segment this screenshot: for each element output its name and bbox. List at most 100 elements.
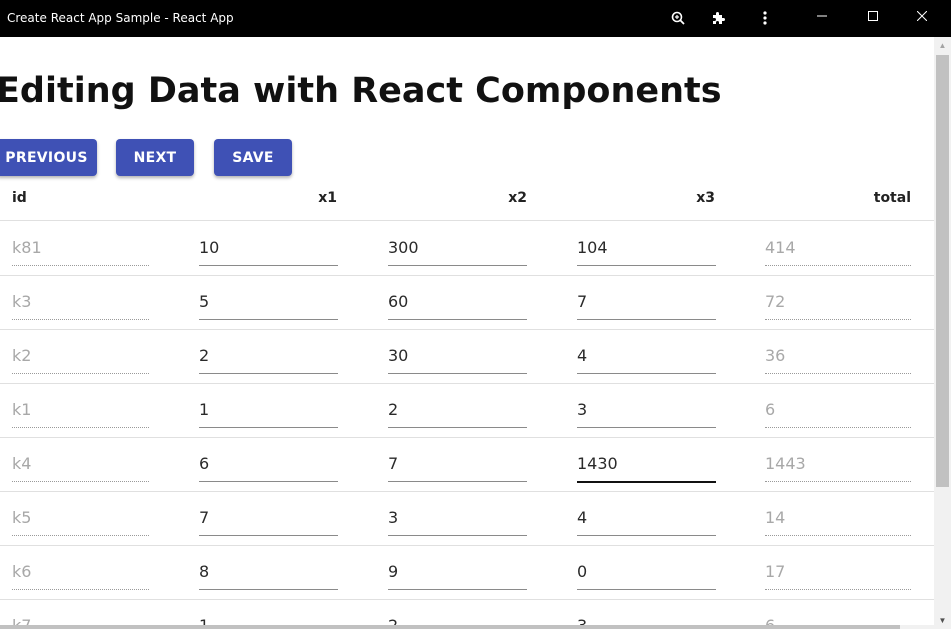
column-header-id[interactable]: id — [12, 190, 27, 206]
cell-value: 2 — [199, 346, 210, 365]
scroll-down-icon[interactable]: ▼ — [934, 612, 951, 629]
cell-id: k81 — [12, 233, 149, 266]
cell-value: 17 — [765, 562, 786, 581]
cell-value: 9 — [388, 562, 399, 581]
column-header-x2[interactable]: x2 — [508, 190, 527, 206]
vertical-scrollbar[interactable]: ▲ ▼ — [934, 37, 951, 629]
table-row: k3 5 60 7 72 — [0, 275, 934, 330]
save-button[interactable]: SAVE — [214, 139, 292, 176]
cell-value: 7 — [577, 292, 588, 311]
cell-id: k1 — [12, 395, 149, 428]
table-row: k6 8 9 0 17 — [0, 545, 934, 600]
cell-value: 1443 — [765, 454, 806, 473]
table-row: k4 6 7 1430 1443 — [0, 437, 934, 492]
table-row: k5 7 3 4 14 — [0, 491, 934, 546]
cell-input-x1[interactable]: 1 — [199, 395, 338, 428]
cell-value: 414 — [765, 238, 796, 257]
cell-total: 17 — [765, 557, 911, 590]
cell-value: 10 — [199, 238, 220, 257]
cell-value: 7 — [199, 508, 210, 527]
cell-id: k6 — [12, 557, 149, 590]
cell-value: k2 — [12, 346, 32, 365]
cell-input-x3[interactable]: 104 — [577, 233, 716, 266]
table-row: k81 10 300 104 414 — [0, 221, 934, 276]
window-titlebar: Create React App Sample - React App — [0, 0, 951, 37]
cell-value: 36 — [765, 346, 786, 365]
previous-button[interactable]: PREVIOUS — [0, 139, 97, 176]
zoom-icon[interactable] — [667, 7, 689, 29]
cell-value: 4 — [577, 346, 588, 365]
menu-icon[interactable] — [754, 7, 776, 29]
cell-value: 300 — [388, 238, 419, 257]
cell-input-x1[interactable]: 7 — [199, 503, 338, 536]
horizontal-scrollbar[interactable] — [0, 625, 934, 629]
cell-id: k5 — [12, 503, 149, 536]
cell-total: 414 — [765, 233, 911, 266]
cell-input-x3[interactable]: 4 — [577, 503, 716, 536]
cell-input-x3[interactable]: 3 — [577, 395, 716, 428]
cell-value: 6 — [199, 454, 210, 473]
cell-input-x2[interactable]: 3 — [388, 503, 527, 536]
cell-value: 104 — [577, 238, 608, 257]
cell-value: 0 — [577, 562, 588, 581]
cell-value: k3 — [12, 292, 32, 311]
column-header-total[interactable]: total — [874, 190, 911, 206]
column-header-x3[interactable]: x3 — [696, 190, 715, 206]
cell-value: 72 — [765, 292, 786, 311]
table-row: k1 1 2 3 6 — [0, 383, 934, 438]
cell-id: k2 — [12, 341, 149, 374]
minimize-icon[interactable] — [799, 0, 845, 32]
extensions-icon[interactable] — [707, 7, 729, 29]
cell-value: 5 — [199, 292, 210, 311]
cell-total: 72 — [765, 287, 911, 320]
cell-input-x2[interactable]: 300 — [388, 233, 527, 266]
cell-value: k6 — [12, 562, 32, 581]
cell-value: 30 — [388, 346, 409, 365]
next-button[interactable]: NEXT — [116, 139, 194, 176]
table-header: id x1 x2 x3 total — [0, 177, 934, 221]
cell-value: 4 — [577, 508, 588, 527]
cell-input-x2[interactable]: 7 — [388, 449, 527, 482]
page-title: Editing Data with React Components — [0, 71, 722, 111]
cell-input-x3[interactable]: 4 — [577, 341, 716, 374]
cell-input-x3[interactable]: 0 — [577, 557, 716, 590]
cell-value: 7 — [388, 454, 399, 473]
cell-value: 3 — [577, 400, 588, 419]
cell-input-x2[interactable]: 2 — [388, 395, 527, 428]
cell-value: 1430 — [577, 454, 618, 473]
maximize-icon[interactable] — [850, 0, 896, 32]
cell-value: k5 — [12, 508, 32, 527]
cell-input-x1[interactable]: 8 — [199, 557, 338, 590]
table-row: k2 2 30 4 36 — [0, 329, 934, 384]
cell-total: 14 — [765, 503, 911, 536]
cell-input-x1[interactable]: 2 — [199, 341, 338, 374]
cell-id: k3 — [12, 287, 149, 320]
cell-input-x3[interactable]: 7 — [577, 287, 716, 320]
cell-total: 6 — [765, 395, 911, 428]
cell-input-x1[interactable]: 5 — [199, 287, 338, 320]
cell-input-x2[interactable]: 30 — [388, 341, 527, 374]
cell-input-x2[interactable]: 60 — [388, 287, 527, 320]
cell-value: 2 — [388, 400, 399, 419]
cell-value: 8 — [199, 562, 210, 581]
scrollbar-thumb[interactable] — [936, 55, 949, 487]
cell-total: 1443 — [765, 449, 911, 482]
cell-value: 1 — [199, 400, 210, 419]
cell-value: k81 — [12, 238, 42, 257]
cell-input-x1[interactable]: 10 — [199, 233, 338, 266]
cell-input-x3[interactable]: 1430 — [577, 449, 716, 483]
cell-value: 14 — [765, 508, 786, 527]
cell-value: k4 — [12, 454, 32, 473]
horizontal-scrollbar-thumb[interactable] — [0, 625, 900, 629]
cell-total: 36 — [765, 341, 911, 374]
column-header-x1[interactable]: x1 — [318, 190, 337, 206]
close-icon[interactable] — [899, 0, 945, 32]
cell-value: k1 — [12, 400, 32, 419]
cell-input-x1[interactable]: 6 — [199, 449, 338, 482]
cell-value: 60 — [388, 292, 409, 311]
window-title: Create React App Sample - React App — [7, 11, 234, 25]
page-content: Editing Data with React Components PREVI… — [0, 37, 934, 629]
scroll-up-icon[interactable]: ▲ — [934, 37, 951, 54]
cell-value: 6 — [765, 400, 776, 419]
cell-input-x2[interactable]: 9 — [388, 557, 527, 590]
